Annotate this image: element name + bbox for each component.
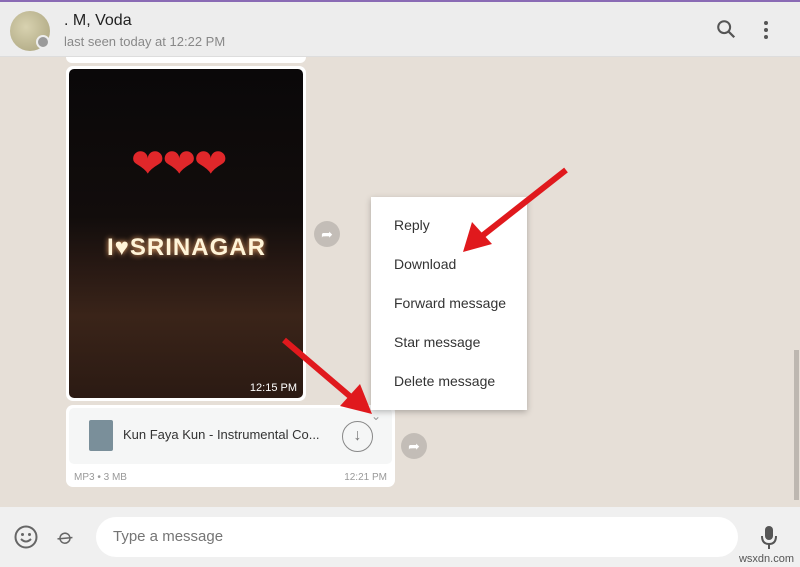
scrollbar[interactable]: [794, 350, 799, 500]
message-input[interactable]: [96, 517, 738, 557]
context-menu: Reply Download Forward message Star mess…: [371, 197, 527, 410]
photo-sign: I♥SRINAGAR: [107, 234, 266, 261]
menu-item-forward[interactable]: Forward message: [371, 284, 527, 323]
contact-name[interactable]: . M, Voda: [64, 12, 132, 30]
document-message[interactable]: Kun Faya Kun - Instrumental Co... ↓ MP3 …: [66, 405, 395, 487]
attach-icon[interactable]: ⌀: [48, 519, 85, 556]
image-message[interactable]: ❤❤❤ I♥SRINAGAR 12:15 PM: [66, 66, 306, 401]
menu-item-reply[interactable]: Reply: [371, 206, 527, 245]
status-icon: [36, 35, 50, 49]
message-time: 12:15 PM: [249, 382, 297, 394]
document-meta: MP3 • 3 MB: [74, 472, 127, 483]
menu-item-star[interactable]: Star message: [371, 323, 527, 362]
photo-hearts: ❤❤❤: [131, 142, 228, 186]
chat-header: . M, Voda last seen today at 12:22 PM: [0, 2, 800, 57]
document-name: Kun Faya Kun - Instrumental Co...: [123, 427, 320, 442]
search-icon[interactable]: [714, 18, 738, 42]
microphone-icon[interactable]: [756, 524, 782, 556]
emoji-icon[interactable]: [13, 524, 39, 556]
document-icon: [89, 420, 113, 451]
last-seen: last seen today at 12:22 PM: [64, 34, 226, 49]
message-time: 12:21 PM: [344, 472, 387, 483]
forward-icon[interactable]: ➦: [401, 433, 427, 459]
menu-item-delete[interactable]: Delete message: [371, 362, 527, 401]
forward-icon[interactable]: ➦: [314, 221, 340, 247]
composer: ⌀ wsxdn.com: [0, 507, 800, 567]
previous-message: [66, 57, 306, 63]
more-vertical-icon[interactable]: [754, 18, 778, 42]
photo[interactable]: ❤❤❤ I♥SRINAGAR 12:15 PM: [69, 69, 303, 398]
chevron-down-icon[interactable]: ⌄: [371, 409, 381, 423]
watermark: wsxdn.com: [738, 553, 794, 565]
menu-item-download[interactable]: Download: [371, 245, 527, 284]
download-icon[interactable]: ↓: [342, 421, 373, 452]
